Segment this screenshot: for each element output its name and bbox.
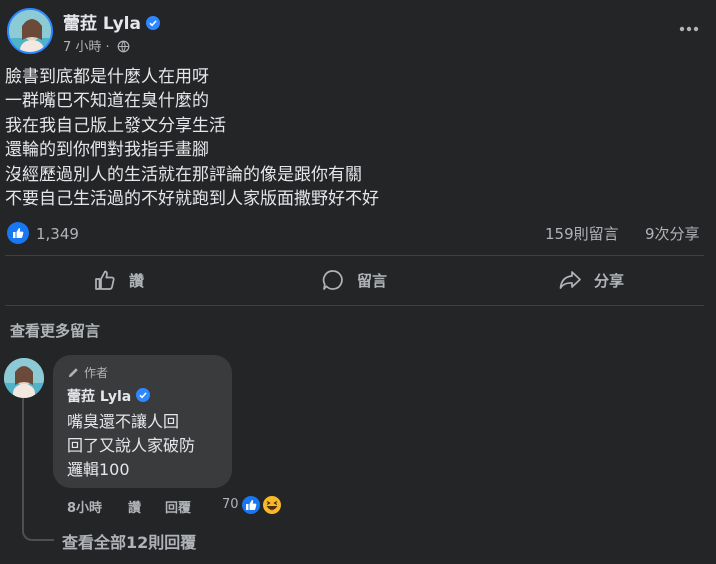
- post-timestamp[interactable]: 7 小時 ·: [63, 40, 114, 55]
- post-text-line: 一群嘴巴不知道在臭什麼的: [5, 91, 209, 112]
- laugh-reaction-icon[interactable]: [261, 494, 283, 516]
- comment-text-line: 邏輯100: [67, 460, 130, 479]
- pencil-icon: [68, 368, 78, 378]
- post-author-label[interactable]: 蕾菈 Lyla: [63, 14, 141, 34]
- commenter-avatar[interactable]: [4, 358, 44, 398]
- like-reaction-icon[interactable]: [240, 494, 262, 516]
- view-all-replies-link[interactable]: 查看全部12則回覆: [62, 529, 196, 553]
- comment-icon: [322, 270, 343, 290]
- post-text-line: 還輪的到你們對我指手畫腳: [5, 140, 209, 161]
- more-options-icon[interactable]: [678, 18, 700, 40]
- author-tag-label: 作者: [84, 366, 109, 380]
- comment-button[interactable]: 留言: [321, 260, 387, 300]
- comment-timestamp[interactable]: 8小時: [67, 497, 102, 516]
- author-badge: 作者: [67, 364, 108, 381]
- author-avatar[interactable]: [7, 8, 53, 54]
- share-button[interactable]: 分享: [558, 260, 624, 300]
- comments-count[interactable]: 159則留言: [545, 223, 619, 244]
- comment-author-name[interactable]: 蕾菈 Lyla: [67, 386, 151, 406]
- post-text-line: 臉書到底都是什麼人在用呀: [5, 67, 209, 87]
- share-label: 分享: [594, 271, 625, 290]
- post-text-line: 沒經歷過別人的生活就在那評論的像是跟你有關: [5, 164, 362, 185]
- reply-thread-line: [22, 398, 54, 541]
- shares-count[interactable]: 9次分享: [645, 223, 700, 244]
- post-text-line: 不要自己生活過的不好就跑到人家版面撒野好不好: [5, 189, 379, 210]
- comment-reply-button[interactable]: 回覆: [165, 497, 191, 516]
- like-label: 讚: [129, 271, 145, 290]
- view-more-comments-link[interactable]: 查看更多留言: [10, 320, 100, 341]
- comment-like-button[interactable]: 讚: [128, 497, 141, 516]
- post-text: 臉書到底都是什麼人在用呀 一群嘴巴不知道在臭什麼的 我在我自己版上發文分享生活 …: [5, 65, 379, 211]
- post-meta: 7 小時 ·: [63, 36, 130, 55]
- comment-author-label[interactable]: 蕾菈 Lyla: [67, 389, 131, 405]
- share-icon: [559, 271, 581, 289]
- post-author-name[interactable]: 蕾菈 Lyla: [63, 9, 160, 34]
- globe-icon: [117, 40, 130, 53]
- thumbs-up-icon: [95, 270, 115, 290]
- like-button[interactable]: 讚: [93, 260, 144, 300]
- post-text-line: 我在我自己版上發文分享生活: [5, 115, 226, 136]
- comment-text-line: 回了又說人家破防: [67, 436, 196, 455]
- reactions-count[interactable]: 1,349: [36, 225, 79, 243]
- comment-text: 嘴臭還不讓人回 回了又說人家破防 邏輯100: [67, 410, 195, 482]
- verified-badge-icon: [136, 388, 151, 402]
- comment-text-line: 嘴臭還不讓人回: [67, 412, 180, 431]
- divider: [5, 305, 704, 306]
- divider: [5, 255, 704, 256]
- comment-reactions-count[interactable]: 70: [222, 497, 239, 512]
- like-reaction-icon[interactable]: [7, 222, 29, 244]
- comment-label: 留言: [357, 271, 388, 290]
- verified-badge-icon: [145, 16, 160, 30]
